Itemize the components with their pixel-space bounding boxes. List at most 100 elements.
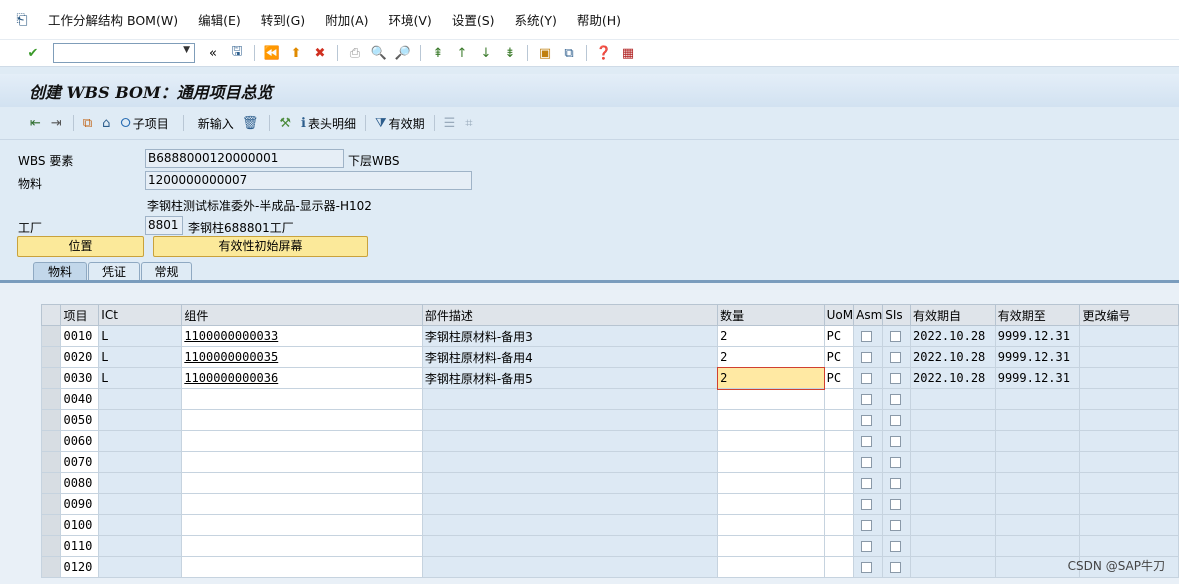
- ict-cell[interactable]: L: [98, 346, 183, 368]
- column-header-item[interactable]: 项目: [60, 304, 100, 326]
- tab-material[interactable]: 物料: [33, 262, 87, 282]
- sis-cell[interactable]: [882, 346, 912, 368]
- menu-item-extras[interactable]: 附加(A): [315, 10, 378, 29]
- checkbox[interactable]: [861, 457, 873, 468]
- component-cell[interactable]: [181, 472, 423, 494]
- delete-icon[interactable]: 🗑: [238, 112, 265, 134]
- quantity-cell[interactable]: [717, 514, 825, 536]
- asm-cell[interactable]: [853, 493, 884, 515]
- asm-cell[interactable]: [853, 535, 884, 557]
- subitem-button[interactable]: ⭘ 子项目: [116, 112, 172, 134]
- item-cell[interactable]: 0080: [60, 472, 100, 494]
- ict-cell[interactable]: [98, 556, 183, 578]
- checkbox[interactable]: [890, 373, 902, 384]
- component-cell[interactable]: [181, 430, 423, 452]
- checkbox[interactable]: [861, 415, 873, 426]
- next-page-icon[interactable]: ↓: [476, 43, 496, 63]
- checkbox[interactable]: [890, 562, 902, 573]
- ict-cell[interactable]: [98, 472, 183, 494]
- item-cell[interactable]: 0100: [60, 514, 100, 536]
- checkbox[interactable]: [890, 478, 902, 489]
- find-icon[interactable]: 🔍: [369, 43, 389, 63]
- asm-cell[interactable]: [853, 472, 884, 494]
- tools-icon[interactable]: ⚒: [275, 112, 297, 134]
- layout-menu-icon[interactable]: ▦: [618, 43, 638, 63]
- last-page-icon[interactable]: ⇟: [500, 43, 520, 63]
- item-cell[interactable]: 0020: [60, 346, 100, 368]
- save-icon[interactable]: 🖫: [227, 43, 247, 63]
- uom-cell[interactable]: PC: [823, 346, 855, 368]
- component-cell[interactable]: [181, 409, 423, 431]
- item-cell[interactable]: 0070: [60, 451, 100, 473]
- row-selector[interactable]: [40, 367, 62, 389]
- previous-page-icon[interactable]: ↑: [452, 43, 472, 63]
- row-selector[interactable]: [40, 409, 62, 431]
- quantity-cell[interactable]: 2: [717, 346, 825, 368]
- component-cell[interactable]: [181, 514, 423, 536]
- quantity-cell[interactable]: [717, 409, 825, 431]
- command-field[interactable]: ▼: [53, 43, 195, 63]
- item-cell[interactable]: 0050: [60, 409, 100, 431]
- first-page-icon[interactable]: ⇞: [428, 43, 448, 63]
- row-selector[interactable]: [40, 535, 62, 557]
- ict-cell[interactable]: [98, 493, 183, 515]
- sis-cell[interactable]: [882, 535, 912, 557]
- menu-item-environment[interactable]: 环境(V): [379, 10, 442, 29]
- asm-cell[interactable]: [853, 367, 884, 389]
- tab-general[interactable]: 常规: [141, 262, 192, 282]
- column-header-valid-from[interactable]: 有效期自: [910, 304, 996, 326]
- item-cell[interactable]: 0040: [60, 388, 100, 410]
- component-cell[interactable]: [181, 493, 423, 515]
- checkbox[interactable]: [861, 541, 873, 552]
- column-header-ict[interactable]: ICt: [98, 304, 183, 326]
- column-header-uom[interactable]: UoM: [823, 304, 855, 326]
- quantity-cell[interactable]: 2: [717, 325, 825, 347]
- component-cell[interactable]: [181, 535, 423, 557]
- sis-cell[interactable]: [882, 430, 912, 452]
- row-selector[interactable]: [40, 346, 62, 368]
- uom-cell[interactable]: [823, 451, 855, 473]
- row-selector[interactable]: [40, 388, 62, 410]
- next-screen-icon[interactable]: ⇥: [47, 112, 68, 134]
- item-cell[interactable]: 0060: [60, 430, 100, 452]
- sis-cell[interactable]: [882, 367, 912, 389]
- uom-cell[interactable]: [823, 472, 855, 494]
- enter-check-icon[interactable]: ✔: [23, 43, 43, 63]
- item-cell[interactable]: 0010: [60, 325, 100, 347]
- header-detail-button[interactable]: ℹ 表头明细: [297, 112, 360, 134]
- position-button[interactable]: 位置: [17, 236, 144, 257]
- uom-cell[interactable]: [823, 388, 855, 410]
- uom-cell[interactable]: [823, 535, 855, 557]
- collapse-double-chevron-icon[interactable]: «: [203, 43, 223, 63]
- checkbox[interactable]: [861, 520, 873, 531]
- ict-cell[interactable]: L: [98, 367, 183, 389]
- uom-cell[interactable]: [823, 556, 855, 578]
- quantity-cell[interactable]: [717, 535, 825, 557]
- checkbox[interactable]: [861, 352, 873, 363]
- checkbox[interactable]: [861, 478, 873, 489]
- validity-button[interactable]: ⧩ 有效期: [371, 112, 429, 134]
- previous-screen-icon[interactable]: ⇤: [26, 112, 47, 134]
- uom-cell[interactable]: [823, 493, 855, 515]
- quantity-cell[interactable]: [717, 472, 825, 494]
- chevron-down-icon[interactable]: ▼: [183, 45, 190, 55]
- validity-initial-screen-button[interactable]: 有效性初始屏幕: [153, 236, 368, 257]
- hat-icon[interactable]: ⌂: [98, 112, 116, 134]
- sis-cell[interactable]: [882, 325, 912, 347]
- menu-item-settings[interactable]: 设置(S): [442, 10, 505, 29]
- back-icon[interactable]: ⏪: [262, 43, 282, 63]
- checkbox[interactable]: [890, 436, 902, 447]
- row-selector[interactable]: [40, 493, 62, 515]
- column-header-valid-to[interactable]: 有效期至: [994, 304, 1081, 326]
- column-header-sis[interactable]: SIs: [882, 304, 912, 326]
- checkbox[interactable]: [890, 520, 902, 531]
- list-icon[interactable]: ☰: [440, 112, 462, 134]
- ict-cell[interactable]: [98, 535, 183, 557]
- component-cell[interactable]: 1100000000035: [181, 346, 423, 368]
- grid-icon[interactable]: ⌗: [461, 112, 478, 134]
- menu-item-goto[interactable]: 转到(G): [251, 10, 315, 29]
- item-cell[interactable]: 0120: [60, 556, 100, 578]
- sis-cell[interactable]: [882, 388, 912, 410]
- checkbox[interactable]: [890, 352, 902, 363]
- column-header-change-number[interactable]: 更改编号: [1079, 304, 1179, 326]
